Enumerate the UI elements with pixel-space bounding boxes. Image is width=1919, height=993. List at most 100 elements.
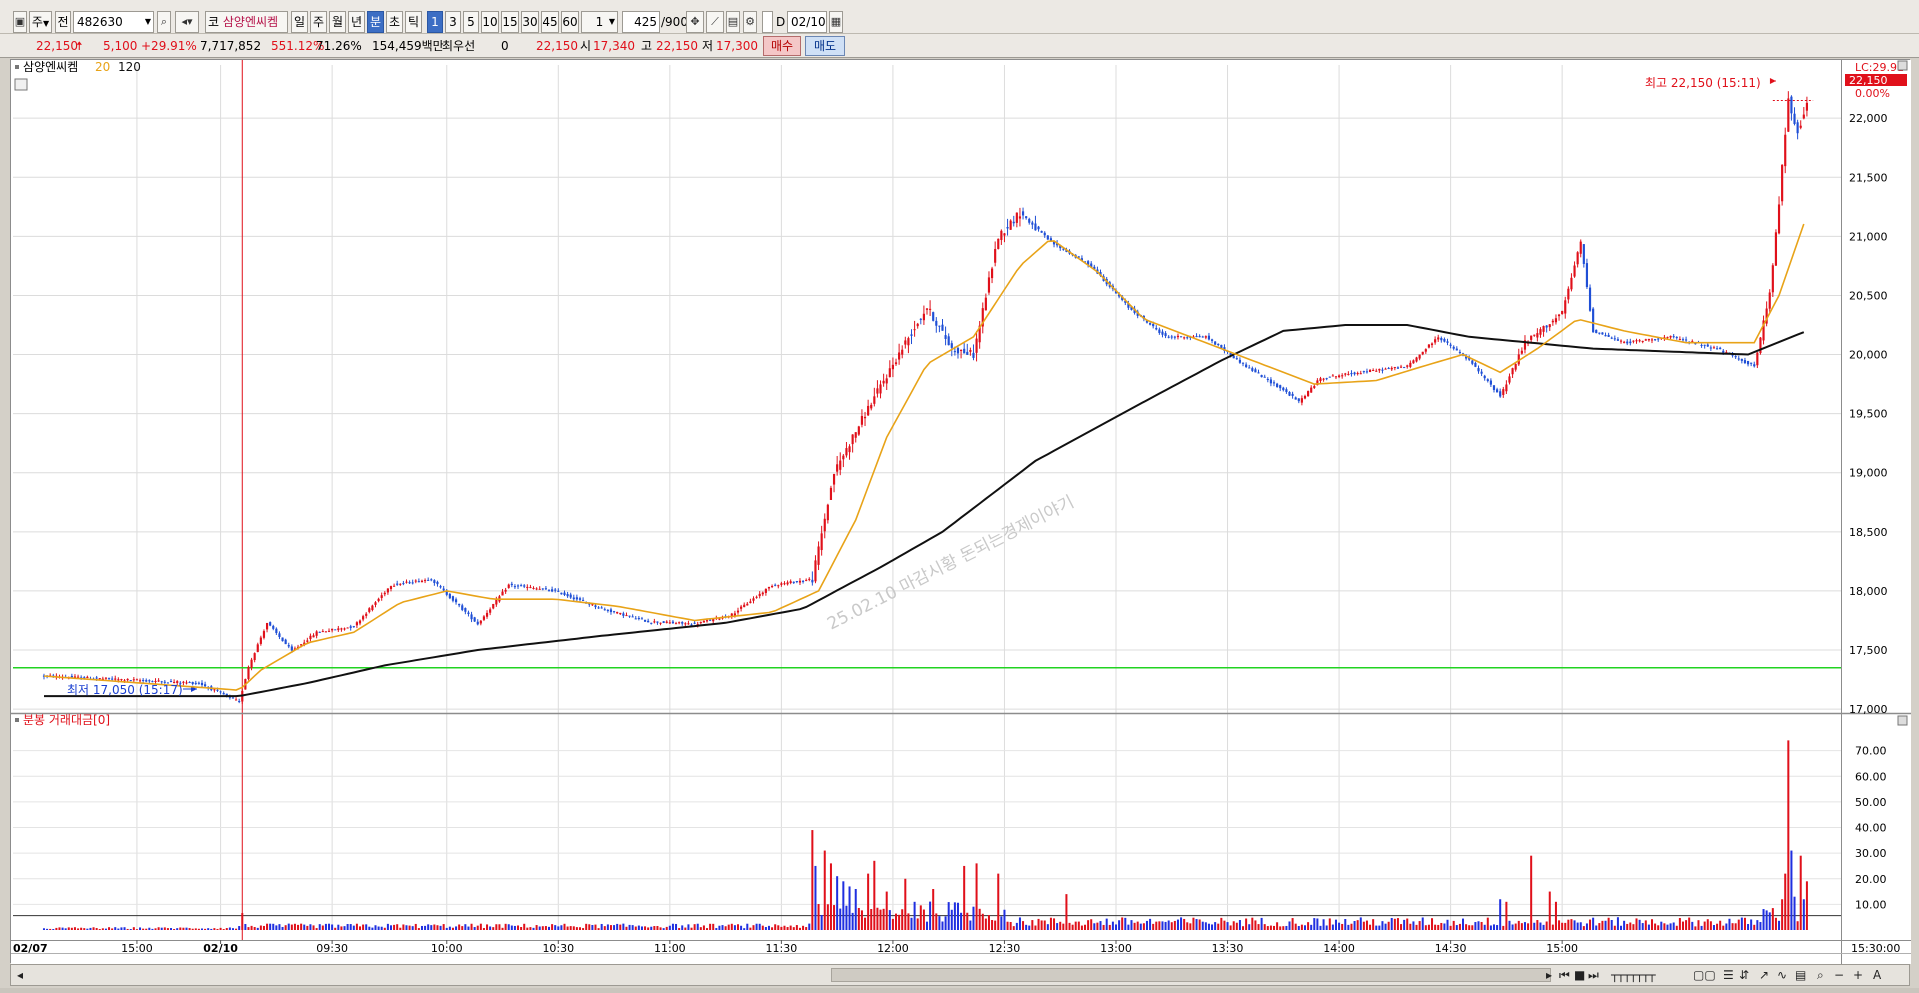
candle-body: [1492, 385, 1496, 390]
chevron-down-icon: ▼: [608, 17, 615, 26]
print-icon[interactable]: ▤: [1795, 968, 1806, 982]
font-size-icon[interactable]: A: [1873, 968, 1881, 982]
candle-body: [1161, 331, 1164, 335]
chart-frame[interactable]: 17,000 17,500 18,000 18,500 19,000 19,500 20,0…: [10, 59, 1911, 964]
volume-bar: [98, 929, 101, 930]
volume-bar: [867, 873, 870, 930]
candle-body: [1000, 230, 1003, 240]
interval-tab[interactable]: 10: [481, 11, 499, 33]
volume-bar: [805, 927, 808, 930]
interval-tab[interactable]: 30: [521, 11, 539, 33]
period-tab[interactable]: 월: [329, 11, 346, 33]
trade-amount: 154,459백만: [372, 39, 444, 53]
gear-icon[interactable]: ⚙: [743, 11, 757, 33]
candle-body: [1325, 378, 1328, 380]
interval-tab[interactable]: 15: [501, 11, 519, 33]
buy-button[interactable]: 매수: [763, 36, 801, 56]
last-page-icon[interactable]: ⏭: [1588, 968, 1599, 982]
volume-bar: [67, 927, 70, 930]
volume-bar: [80, 927, 83, 930]
stop-icon[interactable]: ■: [1574, 968, 1585, 982]
settings-list-icon[interactable]: ☰: [1723, 968, 1734, 982]
date-checkbox[interactable]: [762, 11, 773, 33]
up-down-icon[interactable]: ⇵: [1739, 968, 1749, 982]
line-tool-icon[interactable]: ⟋: [706, 11, 724, 33]
wave-icon[interactable]: ∿: [1777, 968, 1787, 982]
sell-button[interactable]: 매도: [805, 36, 845, 56]
period-tab[interactable]: 분: [367, 11, 384, 33]
candle-body: [1703, 344, 1706, 346]
period-tab[interactable]: 초: [386, 11, 403, 33]
zoom-slider-icon[interactable]: ┬┬┬┬┬┬┬: [1611, 968, 1656, 982]
trend-icon[interactable]: ↗: [1759, 968, 1769, 982]
candle-body: [107, 677, 111, 679]
volume-bar: [1099, 921, 1102, 930]
volume-pane-close-icon[interactable]: [1897, 715, 1908, 726]
candle-body: [1257, 372, 1260, 374]
candle-body: [1399, 366, 1403, 368]
volume-bar: [129, 929, 132, 930]
layout-icon[interactable]: ▢▢: [1693, 968, 1716, 982]
save-icon[interactable]: ▤: [726, 11, 740, 33]
zoom-in-icon[interactable]: +: [1853, 968, 1863, 982]
speaker-icon[interactable]: ◂▾: [175, 11, 199, 33]
candle-body: [575, 597, 578, 600]
interval-tab[interactable]: 60: [561, 11, 579, 33]
candle-body: [1706, 344, 1709, 347]
volume-bar: [272, 923, 275, 930]
scroll-right-icon[interactable]: ▸: [1546, 968, 1552, 982]
interval-tab[interactable]: 5: [463, 11, 479, 33]
horizontal-scrollbar[interactable]: ◂ ▸ ⏮ ■ ⏭ ┬┬┬┬┬┬┬ ▢▢ ☰ ⇵ ↗ ∿ ▤ ⌕ − + A: [10, 964, 1910, 986]
period-tab[interactable]: 일: [291, 11, 308, 33]
volume-bar: [1660, 921, 1663, 930]
volume-bar: [362, 924, 365, 930]
zoom-icon[interactable]: ⌕: [1817, 968, 1824, 982]
scope-button[interactable]: 전: [55, 11, 71, 33]
volume-bar: [1291, 918, 1294, 930]
stock-name-box[interactable]: 코 삼양엔씨켐: [205, 11, 288, 33]
period-tab[interactable]: 틱: [405, 11, 422, 33]
candle-body: [464, 608, 467, 612]
zoom-out-icon[interactable]: −: [1834, 968, 1844, 982]
interval-tab[interactable]: 1: [427, 11, 443, 33]
search-icon[interactable]: ⌕: [157, 11, 171, 33]
volume-bar: [1554, 901, 1557, 930]
volume-bar: [1198, 919, 1201, 930]
interval-tab[interactable]: 45: [541, 11, 559, 33]
chart-svg[interactable]: 17,000 17,500 18,000 18,500 19,000 19,500 20,0…: [11, 60, 1911, 964]
period-tab[interactable]: 년: [348, 11, 365, 33]
volume-bar: [1762, 909, 1765, 930]
window-icon[interactable]: ▣: [13, 11, 27, 33]
candle-body: [956, 348, 960, 354]
low-label: 저: [702, 39, 714, 53]
crosshair-icon[interactable]: ✥: [686, 11, 704, 33]
volume-bar: [64, 928, 67, 930]
count-input[interactable]: 425: [622, 11, 660, 33]
candle-body: [1588, 287, 1592, 311]
volume-bar: [328, 923, 331, 930]
volume-bar: [771, 927, 774, 930]
scroll-thumb[interactable]: [831, 968, 1551, 982]
date-input[interactable]: 02/10: [787, 11, 827, 33]
scroll-left-icon[interactable]: ◂: [17, 968, 23, 982]
period-tab[interactable]: 주: [310, 11, 327, 33]
candle-body: [1681, 339, 1685, 341]
panel-settings-icon[interactable]: [14, 78, 28, 91]
code-input[interactable]: 482630 ▼: [73, 11, 154, 33]
candle-body: [563, 592, 566, 595]
candle-body: [674, 623, 678, 625]
multiplier-select[interactable]: 1 ▼: [581, 11, 618, 33]
volume-bar: [1164, 921, 1167, 930]
price-pane-close-icon[interactable]: [1897, 60, 1908, 71]
volume-bar: [1211, 924, 1214, 930]
volume-bar: [665, 926, 668, 930]
interval-tab[interactable]: 3: [445, 11, 461, 33]
first-page-icon[interactable]: ⏮: [1559, 968, 1570, 982]
volume-bar: [1719, 920, 1722, 930]
candle-body: [1291, 393, 1294, 396]
candle-body: [1542, 326, 1545, 332]
volume-bar: [1167, 920, 1170, 930]
calendar-icon[interactable]: ▦: [829, 11, 843, 33]
market-toggle[interactable]: 주▼: [29, 11, 52, 33]
volume-bar: [1805, 881, 1808, 930]
